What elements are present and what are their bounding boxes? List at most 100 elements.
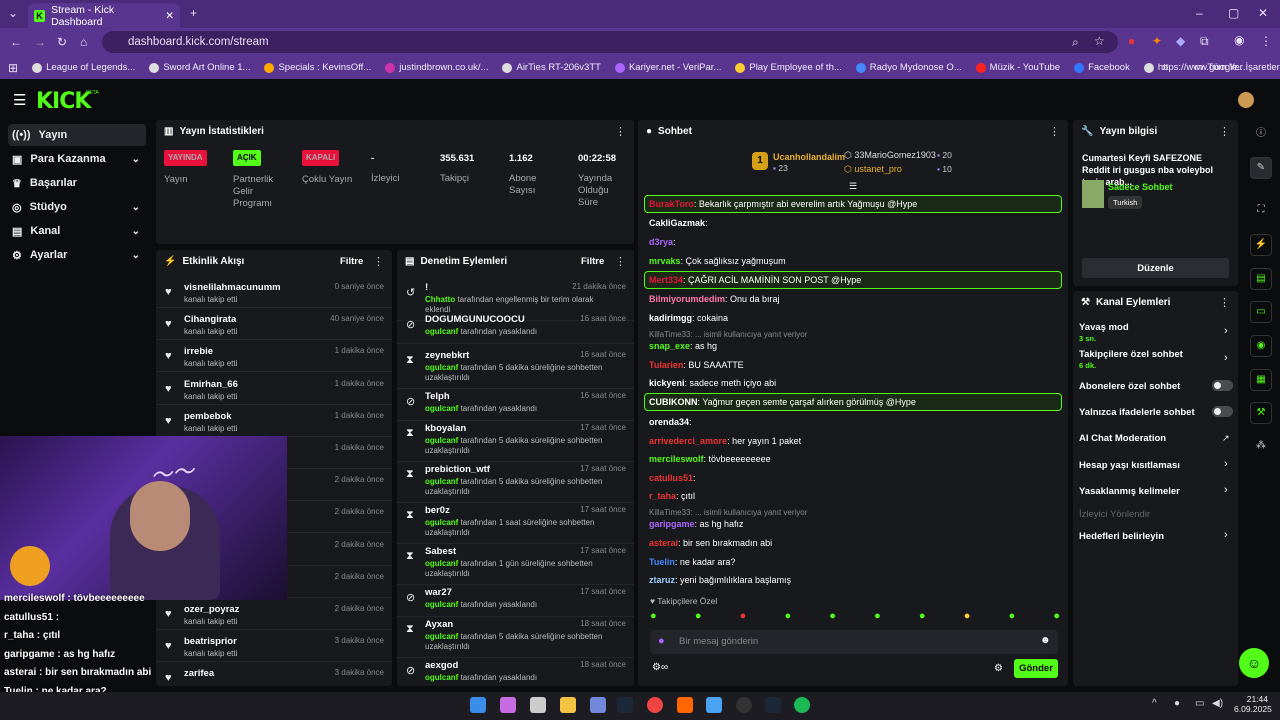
chevron-right-icon[interactable]: ›: [1224, 484, 1228, 496]
bolt-icon[interactable]: ⚡: [1250, 234, 1272, 256]
reload-icon[interactable]: ↻: [57, 35, 67, 49]
profile-avatar[interactable]: ◉: [1234, 33, 1244, 47]
chevron-right-icon[interactable]: ›: [1224, 458, 1228, 470]
moderator-name[interactable]: ogulcanf: [425, 559, 458, 568]
app-icon[interactable]: [677, 697, 693, 713]
bookmark-item[interactable]: AirTies RT-206v3TT: [502, 62, 601, 73]
moderated-username[interactable]: DOGUMGUNUCOOCU: [425, 314, 525, 325]
expand-icon[interactable]: ☰: [849, 181, 857, 192]
moderated-username[interactable]: war27: [425, 587, 452, 598]
emote-icon[interactable]: ●: [650, 610, 657, 624]
moderated-username[interactable]: Ayxan: [425, 619, 453, 630]
sidebar-item-ayarlar[interactable]: ⚙ Ayarlar ⌄: [8, 244, 146, 266]
emote-icon[interactable]: ●: [829, 610, 836, 624]
store-icon[interactable]: [530, 697, 546, 713]
copilot-icon[interactable]: [500, 697, 516, 713]
close-tab-icon[interactable]: ✕: [165, 10, 174, 22]
spotify-icon[interactable]: [794, 697, 810, 713]
emote-icon[interactable]: ●: [740, 610, 747, 624]
chat-username[interactable]: garipgame: [649, 519, 695, 529]
chat-username[interactable]: catullus51: [649, 473, 693, 483]
category-link[interactable]: Sadece Sohbet: [1108, 182, 1173, 192]
moderated-username[interactable]: Sabest: [425, 546, 456, 557]
discord-icon[interactable]: [590, 697, 606, 713]
activity-username[interactable]: irrebie: [184, 346, 213, 357]
chevron-right-icon[interactable]: ›: [1224, 352, 1228, 364]
emote-icon[interactable]: ●: [784, 610, 791, 624]
chat-username[interactable]: mercileswolf: [649, 454, 704, 464]
activity-username[interactable]: zarifea: [184, 668, 214, 679]
tab-list-icon[interactable]: ⌄: [8, 6, 18, 20]
file-explorer-icon[interactable]: [560, 697, 576, 713]
bookmark-item[interactable]: Kariyer.net - VeriPar...: [614, 62, 721, 73]
microphone-icon[interactable]: ●: [658, 635, 665, 647]
chevron-right-icon[interactable]: ›: [1224, 529, 1228, 541]
moderator-name[interactable]: ogulcanf: [425, 363, 458, 372]
chat-username[interactable]: arrivederci_amore: [649, 436, 727, 446]
moderated-username[interactable]: zeynebkrt: [425, 350, 469, 361]
moderation-filter-button[interactable]: Filtre: [581, 256, 604, 267]
forward-icon[interactable]: →: [34, 35, 46, 49]
chat-icon[interactable]: ▭: [1250, 301, 1272, 323]
layout-icon[interactable]: ▦: [1250, 369, 1272, 391]
extension-icon[interactable]: ✦: [1152, 34, 1162, 48]
chat-username[interactable]: Mert334: [649, 275, 683, 285]
leader-name[interactable]: ⬡ ustanet_pro: [844, 164, 902, 175]
more-options-icon[interactable]: ⋮: [1219, 296, 1230, 309]
sidebar-item-studyo[interactable]: ◎ Stüdyo ⌄: [8, 196, 146, 218]
chat-username[interactable]: BurakToro: [649, 199, 694, 209]
activity-username[interactable]: Emirhan_66: [184, 379, 238, 390]
broadcast-icon[interactable]: ◉: [1250, 335, 1272, 357]
external-link-icon[interactable]: ↗: [1222, 433, 1230, 444]
send-button[interactable]: Gönder: [1014, 659, 1058, 678]
volume-icon[interactable]: ◀): [1212, 698, 1223, 709]
extension-icon[interactable]: ●: [1128, 34, 1135, 48]
banned-words-item[interactable]: Yasaklanmış kelimeler: [1079, 486, 1180, 497]
moderator-name[interactable]: Chhatto: [425, 295, 455, 304]
chat-username[interactable]: CakliGazmak: [649, 218, 705, 228]
info-icon[interactable]: ⓘ: [1250, 124, 1272, 146]
subscribers-only-toggle[interactable]: [1212, 380, 1233, 391]
gear-icon[interactable]: ⚙: [994, 663, 1003, 674]
bookmark-item[interactable]: Radyo Mydonose O...: [855, 62, 962, 73]
more-options-icon[interactable]: ⋮: [615, 255, 626, 268]
tray-chevron-icon[interactable]: ^: [1152, 698, 1157, 709]
more-options-icon[interactable]: ⋮: [1219, 125, 1230, 138]
ai-moderation-item[interactable]: AI Chat Moderation: [1079, 433, 1166, 444]
bookmark-item[interactable]: Müzik - YouTube: [975, 62, 1060, 73]
clock[interactable]: 21:44 6.09.2025: [1234, 694, 1272, 714]
chat-username[interactable]: Tuelin: [649, 557, 675, 567]
moderated-username[interactable]: prebiction_wtf: [425, 464, 490, 475]
back-icon[interactable]: ←: [10, 35, 22, 49]
maximize-icon[interactable]: ▢: [1228, 6, 1239, 20]
apps-grid-icon[interactable]: ⊞: [8, 61, 18, 75]
moderator-name[interactable]: ogulcanf: [425, 518, 458, 527]
chat-username[interactable]: snap_exe: [649, 341, 690, 351]
all-bookmarks[interactable]: ▭ Tüm Yer İşaretleri: [1194, 62, 1280, 73]
zoom-icon[interactable]: ⌕: [1072, 35, 1079, 50]
more-options-icon[interactable]: ⋮: [615, 125, 626, 138]
slow-mode-item[interactable]: Yavaş mod 3 sn.: [1079, 322, 1129, 344]
hamburger-menu-icon[interactable]: ☰: [13, 91, 26, 109]
more-options-icon[interactable]: ⋮: [1049, 125, 1060, 138]
bookmark-item[interactable]: Play Employee of th...: [735, 62, 842, 73]
windows-start-icon[interactable]: [470, 697, 486, 713]
more-options-icon[interactable]: ⋮: [373, 255, 384, 268]
home-icon[interactable]: ⌂: [80, 35, 87, 49]
emote-icon[interactable]: ●: [874, 610, 881, 624]
emote-icon[interactable]: ●: [919, 610, 926, 624]
steam-icon[interactable]: [765, 697, 781, 713]
moderator-name[interactable]: ogulcanf: [425, 404, 458, 413]
emotes-only-toggle[interactable]: [1212, 406, 1233, 417]
chat-input[interactable]: ● Bir mesaj gönderin ☻: [650, 630, 1058, 654]
leader-name[interactable]: Ucanhollandalim: [773, 152, 845, 162]
add-widget-icon[interactable]: ⁂: [1250, 436, 1272, 458]
chat-username[interactable]: mrvaks: [649, 256, 681, 266]
chat-username[interactable]: kadirimgg: [649, 313, 692, 323]
moderated-username[interactable]: kboyalan: [425, 423, 466, 434]
chat-username[interactable]: r_taha: [649, 491, 676, 501]
sidebar-item-basarilar[interactable]: ♛ Başarılar: [8, 172, 146, 194]
obs-icon[interactable]: [736, 697, 752, 713]
activity-username[interactable]: beatrisprior: [184, 636, 237, 647]
moderated-username[interactable]: !: [425, 282, 428, 293]
